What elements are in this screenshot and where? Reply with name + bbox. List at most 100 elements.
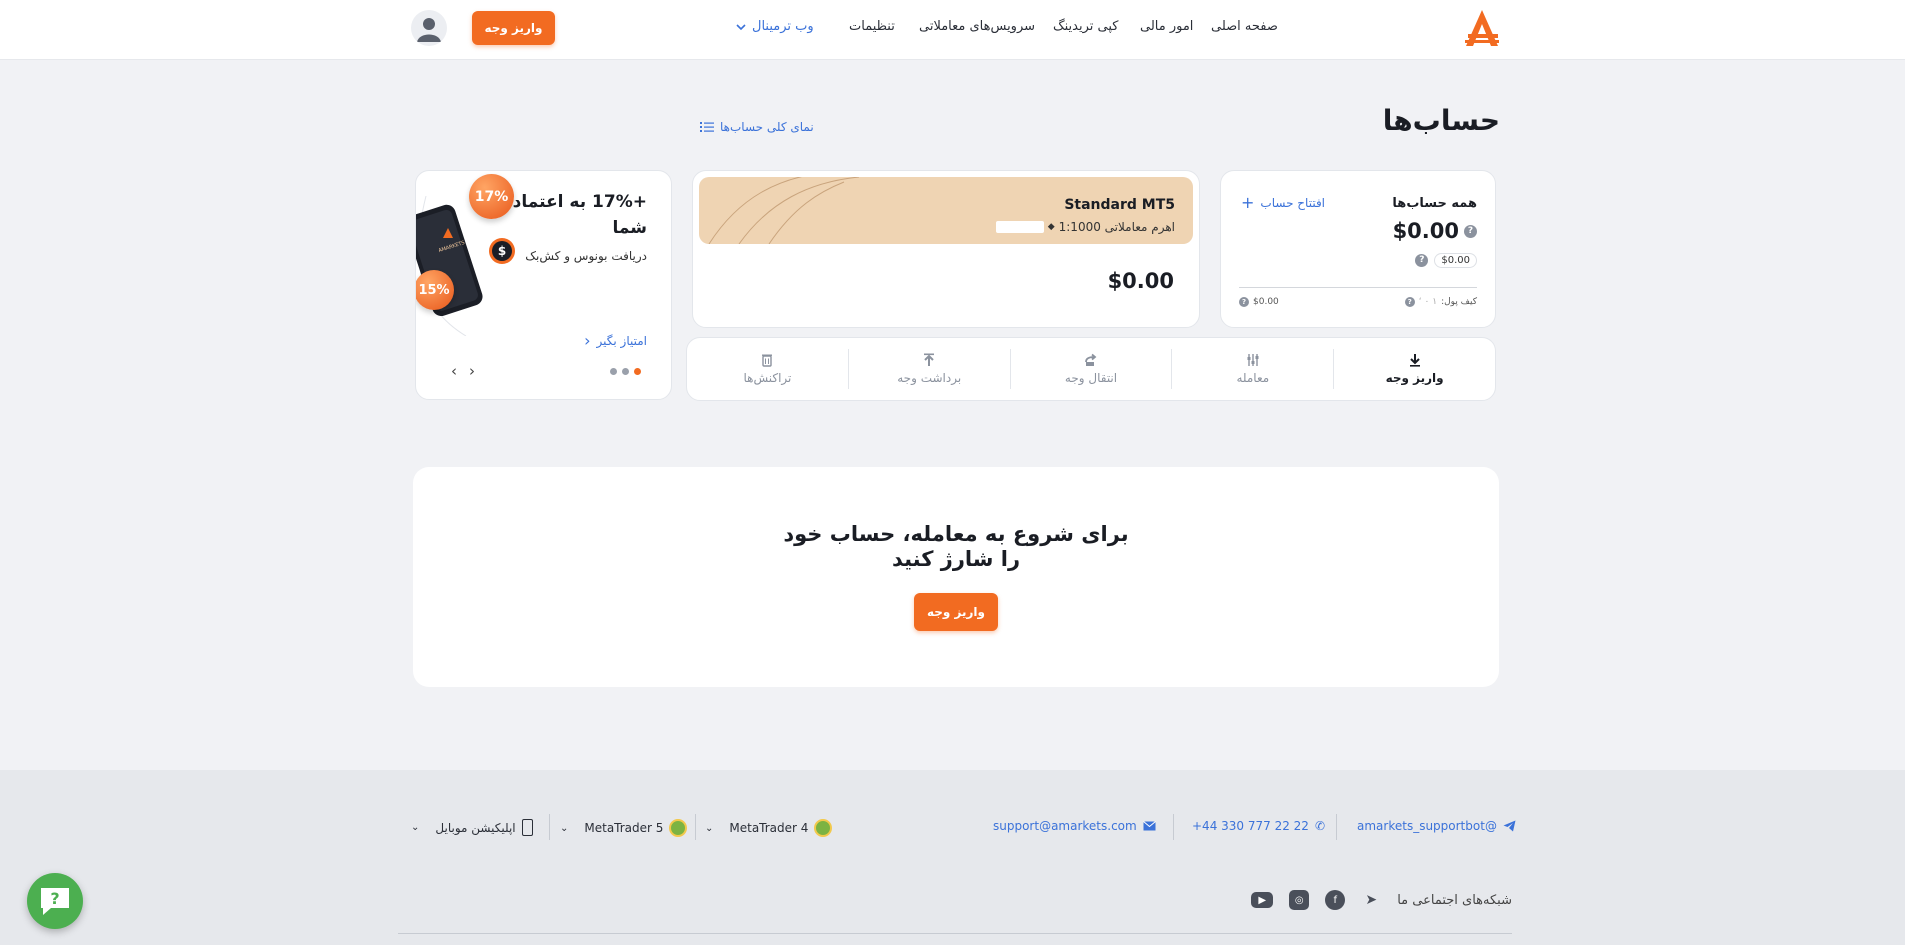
nav-finance[interactable]: امور مالی xyxy=(1140,19,1193,34)
mt4-label: MetaTrader 4 xyxy=(729,821,809,835)
nav-trading-services[interactable]: سرویس‌های معاملاتی xyxy=(919,19,1035,34)
action-transfer[interactable]: انتقال وجه xyxy=(1009,349,1172,389)
action-deposit-label: واریز وجه xyxy=(1385,371,1444,385)
wallet-label: کیف پول: xyxy=(1441,297,1477,307)
mail-icon xyxy=(1142,821,1156,831)
deposit-cta-card: برای شروع به معامله، حساب خود را شارژ کن… xyxy=(413,467,1499,687)
download-icon xyxy=(1409,354,1420,367)
accounts-overview-link[interactable]: نمای کلی حساب‌ها xyxy=(700,120,814,134)
action-trade[interactable]: معامله xyxy=(1171,349,1333,389)
nav-settings[interactable]: تنظیمات xyxy=(849,19,895,34)
footer-separator xyxy=(549,814,550,840)
action-transactions[interactable]: تراکنش‌ها xyxy=(687,349,848,389)
footer: @amarkets_supportbot +44 330 777 22 22 ✆… xyxy=(0,770,1905,945)
telegram-icon[interactable]: ➤ xyxy=(1361,890,1381,910)
bullet-separator: ◆ xyxy=(1047,222,1055,232)
amarkets-logo[interactable] xyxy=(1462,8,1502,48)
account-balance: $0.00 xyxy=(1107,269,1174,293)
telegram-support-link[interactable]: @amarkets_supportbot xyxy=(1357,819,1516,833)
instagram-icon[interactable]: ◎ xyxy=(1289,890,1310,910)
telegram-bot-label: @amarkets_supportbot xyxy=(1357,819,1497,833)
phone-link[interactable]: +44 330 777 22 22 ✆ xyxy=(1192,819,1325,833)
mobile-app-download[interactable]: ⌄ اپلیکیشن موبایل xyxy=(411,819,533,836)
plus-icon: + xyxy=(1241,193,1255,212)
help-icon[interactable]: ? xyxy=(1415,254,1429,267)
footer-separator xyxy=(1336,814,1337,840)
mobile-app-label: اپلیکیشن موبایل xyxy=(435,820,516,835)
action-deposit[interactable]: واریز وجه xyxy=(1333,349,1495,389)
help-icon[interactable]: ? xyxy=(1464,224,1477,238)
facebook-icon[interactable]: f xyxy=(1325,890,1346,910)
overview-link-label: نمای کلی حساب‌ها xyxy=(720,120,814,134)
action-withdraw-label: برداشت وجه xyxy=(897,371,962,385)
page-title: حساب‌ها xyxy=(1382,104,1500,137)
footer-separator xyxy=(1173,814,1174,840)
help-chat-button[interactable]: ? xyxy=(27,873,83,929)
email-link[interactable]: support@amarkets.com xyxy=(993,819,1156,833)
telegram-icon xyxy=(1503,820,1516,832)
help-icon[interactable]: ? xyxy=(1239,297,1249,307)
total-balance-value: $0.00 xyxy=(1392,219,1459,243)
wallet-value-row: ? $0.00 xyxy=(1239,297,1279,307)
header-deposit-button[interactable]: واریز وجه xyxy=(472,11,555,45)
account-leverage-row: اهرم معاملاتی 1:1000 ◆ xyxy=(995,220,1175,234)
promo-link-label: امتیاز بگیر xyxy=(596,333,647,348)
list-icon xyxy=(700,122,714,132)
social-links: شبکه‌های اجتماعی ما ➤ f ◎ ▶ xyxy=(1251,890,1512,910)
account-card-band: Standard MT5 اهرم معاملاتی 1:1000 ◆ xyxy=(699,177,1193,244)
user-icon xyxy=(417,18,441,42)
svg-text:?: ? xyxy=(50,889,59,908)
secondary-balance-chip: $0.00 xyxy=(1434,253,1477,268)
nav-home[interactable]: صفحه اصلی xyxy=(1211,19,1278,34)
decorative-arcs xyxy=(708,177,860,244)
chevron-down-icon: ⌄ xyxy=(705,822,714,834)
account-name: Standard MT5 xyxy=(1064,197,1175,213)
carousel-dot[interactable] xyxy=(634,368,641,375)
discount-badge-top: 17% xyxy=(469,174,514,219)
metatrader-icon xyxy=(814,819,833,837)
carousel-next-icon[interactable]: › xyxy=(469,362,475,380)
email-label: support@amarkets.com xyxy=(993,819,1137,833)
action-trade-label: معامله xyxy=(1236,371,1270,385)
divider xyxy=(1239,287,1477,288)
transfer-icon xyxy=(1085,353,1097,366)
promo-link[interactable]: امتیاز بگیر ‹ xyxy=(584,331,647,350)
all-accounts-title: همه حساب‌ها xyxy=(1392,196,1477,211)
dollar-coin-icon: $ xyxy=(489,238,515,264)
account-number-mask xyxy=(995,221,1044,233)
mt5-account-card[interactable]: Standard MT5 اهرم معاملاتی 1:1000 ◆ $0.0… xyxy=(692,170,1200,328)
carousel-prev-icon[interactable]: ‹ xyxy=(451,362,457,380)
action-transactions-label: تراکنش‌ها xyxy=(743,371,792,385)
youtube-icon[interactable]: ▶ xyxy=(1251,892,1274,908)
action-transfer-label: انتقال وجه xyxy=(1064,371,1118,385)
cta-message: برای شروع به معامله، حساب خود را شارژ کن… xyxy=(413,522,1499,572)
secondary-balance: ? $0.00 xyxy=(1415,253,1477,268)
action-withdraw[interactable]: برداشت وجه xyxy=(847,349,1010,389)
open-account-label: افتتاح حساب xyxy=(1260,196,1326,210)
top-header: صفحه اصلی امور مالی کپی تریدینگ سرویس‌ها… xyxy=(0,0,1905,60)
avatar[interactable] xyxy=(411,10,447,46)
chat-question-icon: ? xyxy=(41,888,69,915)
chevron-down-icon xyxy=(736,23,746,30)
upload-icon xyxy=(924,353,935,366)
chevron-left-icon: ‹ xyxy=(584,331,591,350)
promo-card[interactable]: +17% به اعتماد شما دریافت بونوس و کش‌بک … xyxy=(415,170,672,400)
promo-subtitle: دریافت بونوس و کش‌بک xyxy=(525,249,647,263)
promo-headline: +17% به اعتماد شما xyxy=(512,192,647,238)
carousel-dot[interactable] xyxy=(622,368,629,375)
phone-label: +44 330 777 22 22 xyxy=(1192,819,1309,833)
account-leverage: اهرم معاملاتی 1:1000 xyxy=(1058,220,1175,234)
nav-web-terminal[interactable]: وب ترمینال xyxy=(736,19,814,34)
sliders-icon xyxy=(1247,354,1259,366)
total-balance: $0.00 ? xyxy=(1393,219,1477,243)
open-account-link[interactable]: افتتاح حساب + xyxy=(1241,193,1326,212)
mt4-download[interactable]: ⌄ MetaTrader 4 xyxy=(705,819,833,837)
nav-copy-trading[interactable]: کپی تریدینگ xyxy=(1053,19,1119,34)
help-icon[interactable]: ? xyxy=(1404,297,1415,307)
wallet-id: ۱ ۰ ‘ xyxy=(1418,297,1438,307)
all-accounts-card: همه حساب‌ها افتتاح حساب + $0.00 ? ? $0.0… xyxy=(1220,170,1496,328)
mt5-download[interactable]: ⌄ MetaTrader 5 xyxy=(560,819,688,837)
nav-web-terminal-label: وب ترمینال xyxy=(752,19,814,34)
cta-deposit-button[interactable]: واریز وجه xyxy=(914,593,998,631)
carousel-dot[interactable] xyxy=(610,368,617,375)
